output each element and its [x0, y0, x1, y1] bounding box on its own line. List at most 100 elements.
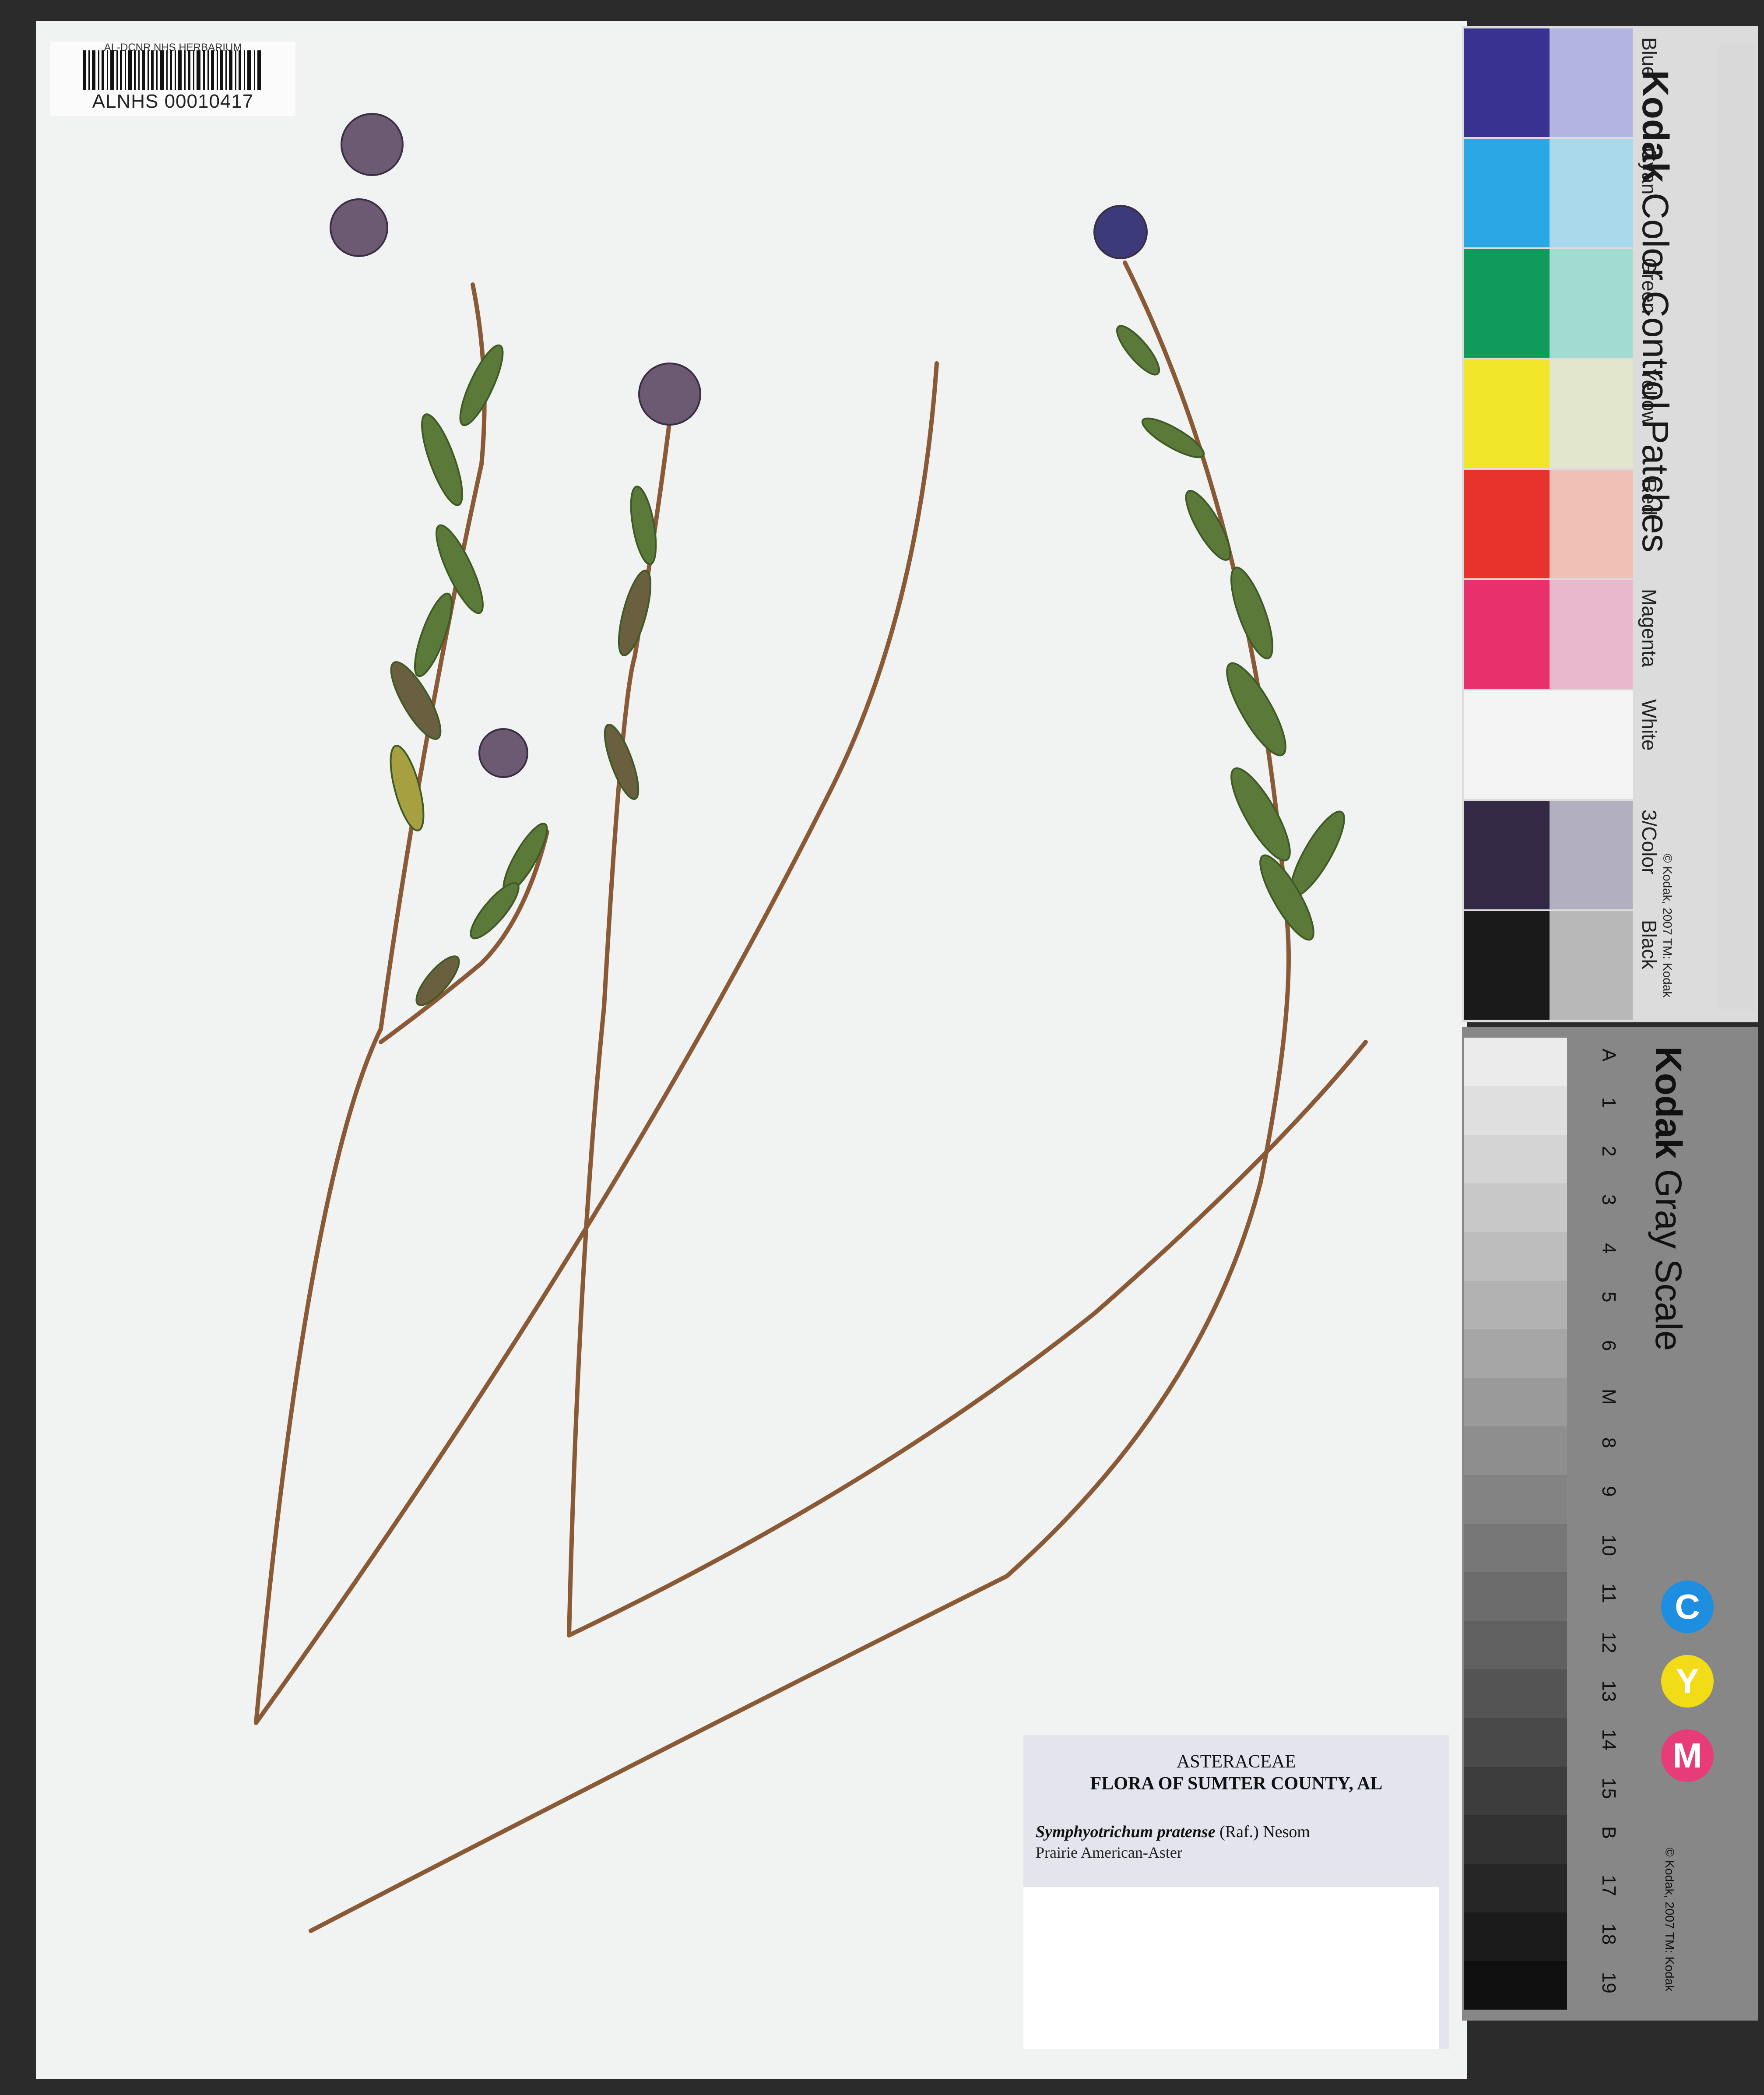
gray-step-label: M [1598, 1389, 1620, 1405]
gray-step-label: 10 [1598, 1535, 1620, 1556]
patch-3color-light [1550, 801, 1633, 909]
stem-left [256, 1723, 455, 1778]
determination-label: ASTERACEAE FLORA OF SUMTER COUNTY, AL Sy… [1023, 1735, 1449, 2049]
gray-step [1464, 1572, 1567, 1621]
gray-step-label: 1 [1598, 1097, 1620, 1108]
cym-m-dot: M [1661, 1729, 1714, 1782]
gray-scale-copyright: © Kodak, 2007 TM: Kodak [1663, 1848, 1676, 1992]
gray-step-label: 19 [1598, 1972, 1620, 1993]
common-name: Prairie American-Aster [1036, 1844, 1182, 1861]
gray-step [1464, 1038, 1567, 1086]
patch-green-light [1550, 249, 1633, 358]
gray-step [1464, 1669, 1567, 1718]
gray-step [1464, 1086, 1567, 1135]
gray-step-label: 14 [1598, 1729, 1620, 1750]
stem-5 [309, 261, 1291, 1933]
patch-label: Magenta [1638, 589, 1661, 668]
patch-white-light [1550, 690, 1633, 799]
leaf [618, 570, 652, 656]
patch-label: Black [1638, 920, 1661, 969]
family-name: ASTERACEAE [1177, 1752, 1296, 1772]
gray-step-label: 15 [1598, 1778, 1620, 1799]
gray-scale-brand: Kodak [1648, 1046, 1689, 1159]
gray-step [1464, 1815, 1567, 1864]
patch-yellow-dark [1464, 359, 1550, 468]
color-card-title: Kodak Color Control Patches [1634, 70, 1676, 553]
gray-step [1464, 1475, 1567, 1524]
ruler [1719, 44, 1754, 1011]
gray-step [1464, 1183, 1567, 1232]
gray-scale-title-text: Gray Scale [1648, 1169, 1689, 1351]
cym-c-dot: C [1661, 1581, 1714, 1633]
species-name: Symphyotrichum pratense [1036, 1823, 1216, 1841]
patch-black-dark [1464, 911, 1550, 1020]
authority: (Raf.) Nesom [1219, 1823, 1310, 1841]
leaf [1230, 767, 1291, 862]
flower-head [638, 363, 701, 426]
leaf [1185, 489, 1231, 561]
flower-head [341, 113, 404, 176]
patch-3color-dark [1464, 801, 1550, 909]
color-card-title-text: Color Control Patches [1635, 193, 1676, 553]
patch-black-light [1550, 911, 1633, 1020]
patch-label: 3/Color [1638, 810, 1661, 875]
gray-step [1464, 1281, 1567, 1329]
gray-step [1464, 1718, 1567, 1767]
gray-step [1464, 1912, 1567, 1961]
gray-step-label: 6 [1598, 1340, 1620, 1351]
leaf [414, 592, 453, 677]
gray-step-label: 12 [1598, 1632, 1620, 1653]
blank-annotation-area [1023, 1887, 1439, 2049]
patch-magenta-dark [1464, 580, 1550, 689]
gray-step-label: B [1598, 1826, 1620, 1839]
gray-step-label: 18 [1598, 1923, 1620, 1945]
gray-step-label: 2 [1598, 1146, 1620, 1157]
gray-step-label: 17 [1598, 1875, 1620, 1896]
patch-cyan-light [1550, 139, 1633, 247]
patch-magenta-light [1550, 580, 1633, 689]
stem-3 [567, 418, 672, 1637]
flower-head [1093, 205, 1148, 259]
gray-step-label: A [1598, 1049, 1620, 1062]
gray-step [1464, 1524, 1567, 1572]
color-card-brand: Kodak [1635, 70, 1676, 183]
patch-cyan-dark [1464, 139, 1550, 247]
barcode [83, 50, 261, 90]
gray-step-label: 13 [1598, 1680, 1620, 1702]
gray-step [1464, 1864, 1567, 1912]
gray-step [1464, 1961, 1567, 2010]
gray-step [1464, 1135, 1567, 1183]
gray-step [1464, 1426, 1567, 1475]
patch-label: White [1638, 699, 1661, 751]
gray-step-label: 9 [1598, 1486, 1620, 1497]
patch-red-dark [1464, 470, 1550, 578]
gray-step [1464, 1621, 1567, 1669]
cym-y-dot: Y [1661, 1655, 1714, 1708]
patch-red-light [1550, 470, 1633, 578]
stem-4 [567, 1040, 1368, 1637]
catalog-number: ALNHS 00010417 [92, 91, 254, 112]
gray-step [1464, 1232, 1567, 1281]
gray-step [1464, 1767, 1567, 1815]
gray-step-label: 11 [1598, 1583, 1620, 1603]
gray-step [1464, 1329, 1567, 1378]
gray-step-label: 5 [1598, 1292, 1620, 1303]
patch-blue-dark [1464, 28, 1550, 137]
leaf [470, 882, 520, 940]
gray-scale-title: Kodak Gray Scale [1647, 1046, 1690, 1351]
color-card-copyright: © Kodak, 2007 TM: Kodak [1661, 854, 1674, 998]
gray-step-label: 3 [1598, 1194, 1620, 1205]
flower-head [330, 198, 388, 257]
barcode-label: AL-DCNR NHS HERBARIUM ALNHS 00010417 [50, 42, 295, 116]
stem-2 [254, 361, 939, 1725]
gray-step-label: 4 [1598, 1243, 1620, 1254]
patch-white-dark [1464, 690, 1550, 799]
scientific-name: Symphyotrichum pratense (Raf.) Nesom [1036, 1822, 1310, 1841]
gray-step [1464, 1378, 1567, 1426]
patch-green-dark [1464, 249, 1550, 358]
gray-step-label: 8 [1598, 1437, 1620, 1448]
patch-yellow-light [1550, 359, 1633, 468]
flower-head [478, 728, 528, 778]
flora-title: FLORA OF SUMTER COUNTY, AL [1090, 1774, 1383, 1794]
patch-blue-light [1550, 28, 1633, 137]
